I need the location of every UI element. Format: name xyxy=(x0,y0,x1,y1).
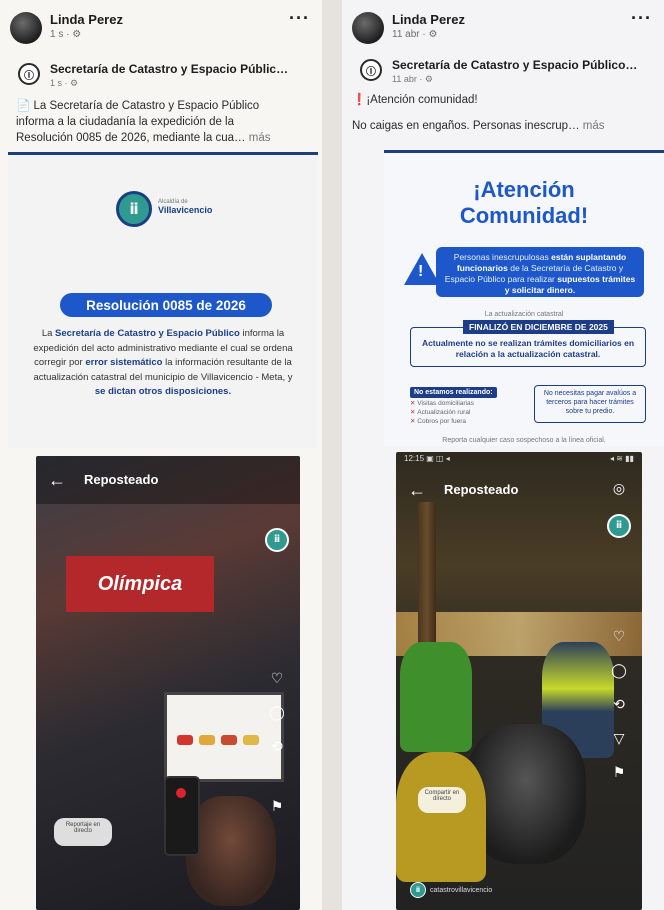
alert-title: ¡Atención Comunidad! xyxy=(384,177,664,229)
alert-card[interactable]: ¡Atención Comunidad! ! Personas inescrup… xyxy=(384,150,664,446)
account-logo-icon[interactable]: ⅱ xyxy=(410,882,426,898)
heart-icon[interactable]: ♡ xyxy=(609,628,629,648)
more-options-icon[interactable]: ··· xyxy=(289,8,310,29)
camera-icon[interactable]: ◎ xyxy=(609,480,629,500)
comment-icon[interactable]: ◯ xyxy=(267,704,287,724)
body-text: La xyxy=(41,328,56,339)
body-bold: se dictan otros disposiciones. xyxy=(94,386,232,397)
column-gap xyxy=(322,0,342,910)
caption-line: Resolución 0085 de 2026, mediante la cua… xyxy=(16,130,310,146)
shared-page-header: Ⓘ Secretaría de Catastro y Espacio Públi… xyxy=(10,58,312,92)
phone-status-bar: 12:15 ▣ ◫ ◂ ◂ ≋ ▮▮ xyxy=(404,454,634,466)
post-caption: 📄 La Secretaría de Catastro y Espacio Pú… xyxy=(16,98,310,146)
caption-line: ❗¡Atención comunidad! xyxy=(352,94,478,106)
person-green-shirt xyxy=(400,642,472,752)
reel-topbar: ← Reposteado xyxy=(36,456,300,504)
alert-title-line: Comunidad! xyxy=(459,203,589,228)
resolution-title: Resolución 0085 de 2026 xyxy=(60,293,272,317)
shared-page-header: Ⓘ Secretaría de Catastro y Espacio Públi… xyxy=(352,54,654,88)
post-meta: 11 abr · ⚙ xyxy=(392,29,438,40)
alert-title-line: ¡Atención xyxy=(473,177,575,202)
villavicencio-logo-icon: ⅱ xyxy=(116,191,152,227)
finished-tag: FINALIZÓ EN DICIEMBRE DE 2025 xyxy=(463,320,614,334)
reposted-video-left[interactable]: Olímpica ← Reposteado ⅱ ♡ ◯ ⟲ ⚑ Reportaj… xyxy=(36,456,300,910)
back-arrow-icon[interactable]: ← xyxy=(48,470,66,491)
bookmark-icon[interactable]: ⚑ xyxy=(267,798,287,818)
send-icon[interactable]: ▽ xyxy=(609,730,629,750)
phone-image xyxy=(164,776,200,856)
live-bubble: Compartir en directo xyxy=(418,787,466,813)
caption-line: informa a la ciudadanía la expedición de… xyxy=(16,116,235,128)
warning-block: ! Personas inescrupulosas están suplanta… xyxy=(404,247,644,301)
shared-page-name[interactable]: Secretaría de Catastro y Espacio Públic… xyxy=(50,62,315,76)
resolution-body: La Secretaría de Catastro y Espacio Públ… xyxy=(30,327,296,400)
reel-side-actions: ⅱ ♡ ◯ ⟲ ⚑ xyxy=(264,528,290,832)
reposted-video-right[interactable]: 12:15 ▣ ◫ ◂ ◂ ≋ ▮▮ ← Reposteado ◎ ⅱ ♡ ◯ … xyxy=(396,452,642,910)
shared-page-name[interactable]: Secretaría de Catastro y Espacio Público… xyxy=(392,58,657,72)
page-logo-icon[interactable]: Ⓘ xyxy=(18,63,40,85)
repost-icon[interactable]: ⟲ xyxy=(609,696,629,716)
person-yellow-shirt xyxy=(396,752,486,882)
reel-side-actions: ◎ ⅱ ♡ ◯ ⟲ ▽ ⚑ xyxy=(606,480,632,798)
author-name[interactable]: Linda Perez xyxy=(392,12,465,27)
no-pay-box: No necesitas pagar avalúos a terceros pa… xyxy=(534,385,646,423)
see-more-link[interactable]: más xyxy=(249,132,271,144)
not-doing-item: Cobros por fuera xyxy=(410,417,514,426)
status-right: ◂ ≋ ▮▮ xyxy=(610,454,634,463)
logo-label: Villavicencio xyxy=(158,205,213,215)
footer-note: Reporta cualquier caso sospechoso a la l… xyxy=(442,437,606,444)
repost-icon[interactable]: ⟲ xyxy=(267,738,287,758)
profile-badge-icon[interactable]: ⅱ xyxy=(265,528,289,552)
post-meta: 1 s · ⚙ xyxy=(50,29,82,40)
live-bubble: Reportaje en directo xyxy=(54,818,112,846)
post-header: Linda Perez 1 s · ⚙ ··· xyxy=(10,8,312,48)
not-doing-item: Visitas domiciliarias xyxy=(410,399,514,408)
resolution-card[interactable]: ⅱ Alcaldía de Villavicencio Resolución 0… xyxy=(8,152,318,448)
avatar[interactable] xyxy=(352,12,384,44)
not-doing-item: Actualización rural xyxy=(410,408,514,417)
back-arrow-icon[interactable]: ← xyxy=(408,480,426,501)
reel-title: Reposteado xyxy=(84,472,159,487)
finished-box: FINALIZÓ EN DICIEMBRE DE 2025 Actualment… xyxy=(410,320,646,367)
bookmark-icon[interactable]: ⚑ xyxy=(609,764,629,784)
more-options-icon[interactable]: ··· xyxy=(631,8,652,29)
caption-line: No caigas en engaños. Personas inescrup…… xyxy=(352,118,652,134)
see-more-link[interactable]: más xyxy=(583,120,605,132)
avatar[interactable] xyxy=(10,12,42,44)
finished-text: Actualmente no se realizan trámites domi… xyxy=(421,338,635,359)
body-bold: Secretaría de Catastro y Espacio Público xyxy=(55,328,240,339)
not-doing-tag: No estamos realizando: xyxy=(410,387,497,398)
heart-icon[interactable]: ♡ xyxy=(267,670,287,690)
not-doing-list: No estamos realizando: Visitas domicilia… xyxy=(410,381,514,426)
caption-text: Resolución 0085 de 2026, mediante la cua… xyxy=(16,132,246,144)
comment-icon[interactable]: ◯ xyxy=(609,662,629,682)
small-label: La actualización catastral xyxy=(484,311,564,318)
shared-page-meta: 11 abr · ⚙ xyxy=(392,74,433,84)
store-sign: Olímpica xyxy=(66,556,214,612)
post-header: Linda Perez 11 abr · ⚙ ··· xyxy=(352,8,654,48)
warning-triangle-icon: ! xyxy=(404,253,440,285)
status-left: 12:15 ▣ ◫ ◂ xyxy=(404,454,450,463)
villavicencio-label: Alcaldía de Villavicencio xyxy=(158,199,212,215)
post-caption: ❗¡Atención comunidad! No caigas en engañ… xyxy=(352,92,652,134)
profile-badge-icon[interactable]: ⅱ xyxy=(607,514,631,538)
caption-line: 📄 La Secretaría de Catastro y Espacio Pú… xyxy=(16,100,260,112)
page-logo-icon[interactable]: Ⓘ xyxy=(360,59,382,81)
author-name[interactable]: Linda Perez xyxy=(50,12,123,27)
account-name[interactable]: catastrovillavicencio xyxy=(430,887,492,894)
warn-text: Personas inescrupulosas xyxy=(453,252,552,262)
warning-text: Personas inescrupulosas están suplantand… xyxy=(436,247,644,297)
reel-footer: ⅱ catastrovillavicencio xyxy=(410,882,492,898)
body-bold: error sistemático xyxy=(85,357,163,368)
reel-title: Reposteado xyxy=(444,482,519,497)
shared-page-meta: 1 s · ⚙ xyxy=(50,78,79,88)
caption-text: No caigas en engaños. Personas inescrup… xyxy=(352,120,580,132)
